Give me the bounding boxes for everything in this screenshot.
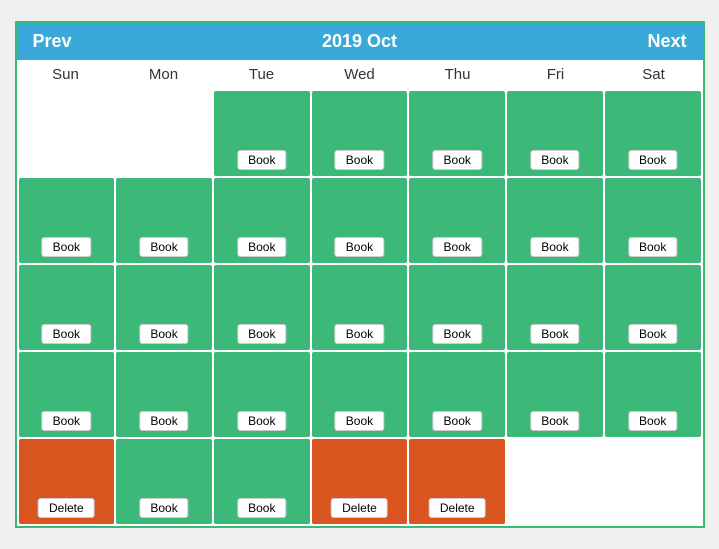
book-button[interactable]: Book <box>139 411 188 431</box>
calendar-cell <box>19 91 115 176</box>
calendar-cell: Book <box>605 91 701 176</box>
calendar-cell: Book <box>605 178 701 263</box>
calendar-header: Prev 2019 Oct Next <box>17 23 703 60</box>
book-button[interactable]: Book <box>628 411 677 431</box>
weekday-label-thu: Thu <box>409 66 507 83</box>
book-button[interactable]: Book <box>433 411 482 431</box>
book-button[interactable]: Book <box>42 324 91 344</box>
next-button[interactable]: Next <box>647 31 686 52</box>
weekday-label-wed: Wed <box>311 66 409 83</box>
book-button[interactable]: Book <box>433 150 482 170</box>
calendar-cell: Book <box>214 91 310 176</box>
weekday-label-tue: Tue <box>213 66 311 83</box>
calendar-cell: Book <box>116 178 212 263</box>
book-button[interactable]: Book <box>42 411 91 431</box>
calendar-title: 2019 Oct <box>322 31 397 52</box>
book-button[interactable]: Book <box>433 324 482 344</box>
calendar-cell: Book <box>605 265 701 350</box>
calendar-cell: Delete <box>19 439 115 524</box>
calendar-cell <box>605 439 701 524</box>
calendar-cell: Book <box>116 265 212 350</box>
book-button[interactable]: Book <box>335 150 384 170</box>
calendar-cell <box>507 439 603 524</box>
weekday-label-fri: Fri <box>507 66 605 83</box>
book-button[interactable]: Book <box>139 498 188 518</box>
calendar-cell: Book <box>605 352 701 437</box>
calendar-cell: Book <box>19 265 115 350</box>
book-button[interactable]: Book <box>628 324 677 344</box>
book-button[interactable]: Book <box>139 237 188 257</box>
weekday-row: SunMonTueWedThuFriSat <box>17 60 703 89</box>
calendar-cell: Delete <box>409 439 505 524</box>
delete-button[interactable]: Delete <box>331 498 388 518</box>
calendar-cell: Book <box>409 91 505 176</box>
calendar-cell: Book <box>409 265 505 350</box>
calendar-cell: Book <box>312 91 408 176</box>
book-button[interactable]: Book <box>335 324 384 344</box>
delete-button[interactable]: Delete <box>429 498 486 518</box>
calendar-cell: Book <box>19 352 115 437</box>
book-button[interactable]: Book <box>628 237 677 257</box>
weekday-label-sat: Sat <box>605 66 703 83</box>
calendar-cell: Book <box>507 352 603 437</box>
calendar-cell: Delete <box>312 439 408 524</box>
weekday-label-sun: Sun <box>17 66 115 83</box>
calendar-cell: Book <box>507 265 603 350</box>
calendar-cell: Book <box>409 352 505 437</box>
calendar-container: Prev 2019 Oct Next SunMonTueWedThuFriSat… <box>15 21 705 528</box>
book-button[interactable]: Book <box>433 237 482 257</box>
book-button[interactable]: Book <box>530 150 579 170</box>
book-button[interactable]: Book <box>42 237 91 257</box>
calendar-cell: Book <box>116 352 212 437</box>
calendar-cell: Book <box>312 352 408 437</box>
calendar-cell: Book <box>116 439 212 524</box>
book-button[interactable]: Book <box>628 150 677 170</box>
calendar-cell: Book <box>312 265 408 350</box>
weekday-label-mon: Mon <box>115 66 213 83</box>
calendar-grid: Book Book Book Book Book Book Book Book Book Book… <box>17 89 703 526</box>
calendar-cell: Book <box>507 178 603 263</box>
book-button[interactable]: Book <box>530 324 579 344</box>
book-button[interactable]: Book <box>335 237 384 257</box>
calendar-cell: Book <box>214 352 310 437</box>
book-button[interactable]: Book <box>139 324 188 344</box>
book-button[interactable]: Book <box>237 237 286 257</box>
book-button[interactable]: Book <box>237 324 286 344</box>
book-button[interactable]: Book <box>237 498 286 518</box>
prev-button[interactable]: Prev <box>33 31 72 52</box>
delete-button[interactable]: Delete <box>38 498 95 518</box>
book-button[interactable]: Book <box>237 150 286 170</box>
calendar-cell: Book <box>312 178 408 263</box>
book-button[interactable]: Book <box>530 237 579 257</box>
book-button[interactable]: Book <box>237 411 286 431</box>
calendar-cell: Book <box>214 178 310 263</box>
calendar-cell: Book <box>214 439 310 524</box>
calendar-cell: Book <box>409 178 505 263</box>
book-button[interactable]: Book <box>530 411 579 431</box>
book-button[interactable]: Book <box>335 411 384 431</box>
calendar-cell: Book <box>507 91 603 176</box>
calendar-cell: Book <box>214 265 310 350</box>
calendar-cell: Book <box>19 178 115 263</box>
calendar-cell <box>116 91 212 176</box>
